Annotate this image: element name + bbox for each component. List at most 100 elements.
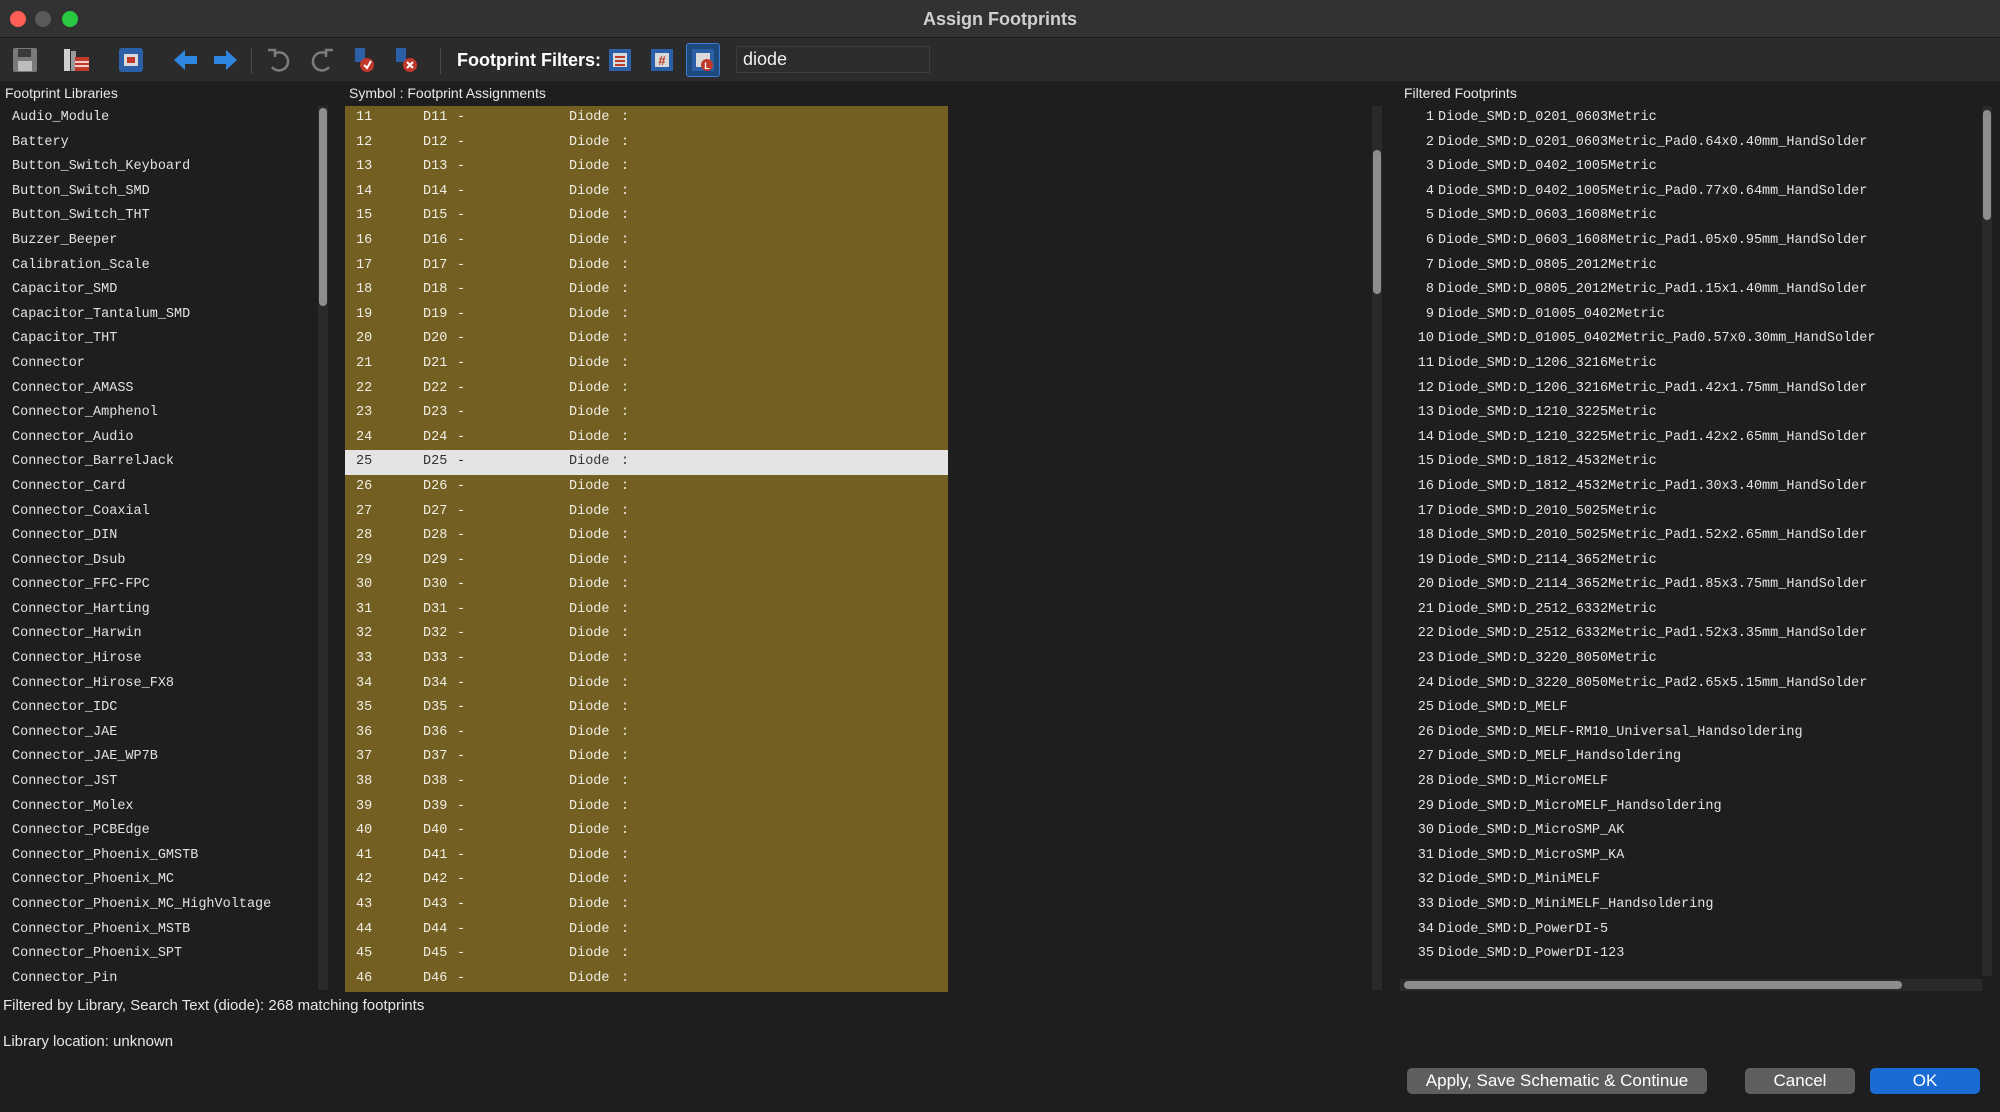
delete-all-button[interactable] <box>389 43 423 77</box>
auto-assign-button[interactable] <box>347 43 381 77</box>
footprints-scrollbar[interactable] <box>1982 106 1992 976</box>
assignment-row[interactable]: 44 D44- Diode: <box>345 918 948 943</box>
library-list-item[interactable]: Connector_Dsub <box>0 549 318 574</box>
assignment-row[interactable]: 36 D36- Diode: <box>345 721 948 746</box>
footprint-list-item[interactable]: 22 Diode_SMD:D_2512_6332Metric_Pad1.52x3.… <box>1400 622 1980 647</box>
ok-button[interactable]: OK <box>1870 1068 1980 1094</box>
library-list-item[interactable]: Audio_Module <box>0 106 318 131</box>
next-button[interactable] <box>209 43 243 77</box>
library-list-item[interactable]: Connector_Phoenix_MSTB <box>0 918 318 943</box>
footprint-list-item[interactable]: 33 Diode_SMD:D_MiniMELF_Handsoldering <box>1400 893 1980 918</box>
filter-pin-count-toggle[interactable]: # <box>645 43 679 77</box>
library-list-item[interactable]: Capacitor_Tantalum_SMD <box>0 303 318 328</box>
assignment-row[interactable]: 33 D33- Diode: <box>345 647 948 672</box>
assignment-row[interactable]: 23 D23- Diode: <box>345 401 948 426</box>
assignment-row-selected[interactable]: 25 D25- Diode: <box>345 450 948 475</box>
footprint-list-item[interactable]: 12 Diode_SMD:D_1206_3216Metric_Pad1.42x1.… <box>1400 377 1980 402</box>
assignment-row[interactable]: 38 D38- Diode: <box>345 770 948 795</box>
footprint-list-item[interactable]: 19 Diode_SMD:D_2114_3652Metric <box>1400 549 1980 574</box>
footprints-horizontal-scrollbar[interactable] <box>1400 979 1982 991</box>
assignment-row[interactable]: 20 D20- Diode: <box>345 327 948 352</box>
symbol-footprint-assignments-list[interactable]: 11 D11- Diode:12 D12- Diode:13 D13- Diode:14 D1… <box>345 106 948 992</box>
assignments-scrollbar[interactable] <box>1372 106 1382 990</box>
footprint-list-item[interactable]: 15 Diode_SMD:D_1812_4532Metric <box>1400 450 1980 475</box>
library-list-item[interactable]: Connector_Phoenix_MC_HighVoltage <box>0 893 318 918</box>
assignment-row[interactable]: 13 D13- Diode: <box>345 155 948 180</box>
library-list-item[interactable]: Connector_Coaxial <box>0 500 318 525</box>
library-list-item[interactable]: Capacitor_THT <box>0 327 318 352</box>
footprint-list-item[interactable]: 8 Diode_SMD:D_0805_2012Metric_Pad1.15x1.4… <box>1400 278 1980 303</box>
assignment-row[interactable]: 40 D40- Diode: <box>345 819 948 844</box>
filter-library-toggle[interactable]: L <box>686 43 720 77</box>
footprint-list-item[interactable]: 9 Diode_SMD:D_01005_0402Metric <box>1400 303 1980 328</box>
assignment-row[interactable]: 37 D37- Diode: <box>345 745 948 770</box>
assignment-row[interactable]: 12 D12- Diode: <box>345 131 948 156</box>
apply-save-continue-button[interactable]: Apply, Save Schematic & Continue <box>1407 1068 1707 1094</box>
assignment-row[interactable]: 16 D16- Diode: <box>345 229 948 254</box>
assignment-row[interactable]: 18 D18- Diode: <box>345 278 948 303</box>
library-list-item[interactable]: Connector_FFC-FPC <box>0 573 318 598</box>
library-list-item[interactable]: Connector_Pin <box>0 967 318 990</box>
footprint-libraries-list[interactable]: Audio_Module Battery Button_Switch_Keyboar… <box>0 106 318 990</box>
footprint-list-item[interactable]: 5 Diode_SMD:D_0603_1608Metric <box>1400 204 1980 229</box>
previous-button[interactable] <box>168 43 202 77</box>
library-list-item[interactable]: Connector_Phoenix_GMSTB <box>0 844 318 869</box>
assignment-row[interactable]: 45 D45- Diode: <box>345 942 948 967</box>
library-list-item[interactable]: Connector_Harting <box>0 598 318 623</box>
cancel-button[interactable]: Cancel <box>1745 1068 1855 1094</box>
assignment-row[interactable]: 26 D26- Diode: <box>345 475 948 500</box>
footprint-list-item[interactable]: 16 Diode_SMD:D_1812_4532Metric_Pad1.30x3.… <box>1400 475 1980 500</box>
footprint-search-input[interactable] <box>736 46 930 73</box>
assignment-row[interactable]: 42 D42- Diode: <box>345 868 948 893</box>
library-list-item[interactable]: Connector_JAE <box>0 721 318 746</box>
redo-button[interactable] <box>305 43 339 77</box>
library-list-item[interactable]: Connector_Hirose_FX8 <box>0 672 318 697</box>
footprint-list-item[interactable]: 11 Diode_SMD:D_1206_3216Metric <box>1400 352 1980 377</box>
filtered-footprints-list[interactable]: 1 Diode_SMD:D_0201_0603Metric 2 Diode_SMD:D… <box>1400 106 1980 974</box>
library-list-item[interactable]: Connector_Hirose <box>0 647 318 672</box>
library-list-item[interactable]: Calibration_Scale <box>0 254 318 279</box>
assignment-row[interactable]: 31 D31- Diode: <box>345 598 948 623</box>
footprint-list-item[interactable]: 30 Diode_SMD:D_MicroSMP_AK <box>1400 819 1980 844</box>
library-list-item[interactable]: Connector_DIN <box>0 524 318 549</box>
library-list-item[interactable]: Connector_Harwin <box>0 622 318 647</box>
assignment-row[interactable]: 30 D30- Diode: <box>345 573 948 598</box>
footprint-list-item[interactable]: 17 Diode_SMD:D_2010_5025Metric <box>1400 500 1980 525</box>
library-list-item[interactable]: Connector_Card <box>0 475 318 500</box>
library-list-item[interactable]: Button_Switch_Keyboard <box>0 155 318 180</box>
library-list-item[interactable]: Button_Switch_THT <box>0 204 318 229</box>
footprint-list-item[interactable]: 20 Diode_SMD:D_2114_3652Metric_Pad1.85x3.… <box>1400 573 1980 598</box>
footprint-list-item[interactable]: 13 Diode_SMD:D_1210_3225Metric <box>1400 401 1980 426</box>
assignment-row[interactable]: 29 D29- Diode: <box>345 549 948 574</box>
footprint-list-item[interactable]: 7 Diode_SMD:D_0805_2012Metric <box>1400 254 1980 279</box>
library-list-item[interactable]: Connector_Audio <box>0 426 318 451</box>
library-list-item[interactable]: Connector_BarrelJack <box>0 450 318 475</box>
library-list-item[interactable]: Connector_Molex <box>0 795 318 820</box>
footprint-list-item[interactable]: 21 Diode_SMD:D_2512_6332Metric <box>1400 598 1980 623</box>
footprint-list-item[interactable]: 3 Diode_SMD:D_0402_1005Metric <box>1400 155 1980 180</box>
assignment-row[interactable]: 15 D15- Diode: <box>345 204 948 229</box>
footprint-list-item[interactable]: 18 Diode_SMD:D_2010_5025Metric_Pad1.52x2.… <box>1400 524 1980 549</box>
libraries-scrollbar[interactable] <box>318 106 328 990</box>
assignment-row[interactable]: 32 D32- Diode: <box>345 622 948 647</box>
footprint-viewer-button[interactable] <box>114 43 148 77</box>
footprint-list-item[interactable]: 29 Diode_SMD:D_MicroMELF_Handsoldering <box>1400 795 1980 820</box>
library-list-item[interactable]: Connector <box>0 352 318 377</box>
footprint-list-item[interactable]: 28 Diode_SMD:D_MicroMELF <box>1400 770 1980 795</box>
library-table-button[interactable] <box>59 43 93 77</box>
assignment-row[interactable]: 35 D35- Diode: <box>345 696 948 721</box>
undo-button[interactable] <box>262 43 296 77</box>
footprint-list-item[interactable]: 32 Diode_SMD:D_MiniMELF <box>1400 868 1980 893</box>
footprint-list-item[interactable]: 10 Diode_SMD:D_01005_0402Metric_Pad0.57x0… <box>1400 327 1980 352</box>
library-list-item[interactable]: Connector_Amphenol <box>0 401 318 426</box>
assignment-row[interactable]: 24 D24- Diode: <box>345 426 948 451</box>
footprint-list-item[interactable]: 31 Diode_SMD:D_MicroSMP_KA <box>1400 844 1980 869</box>
footprint-list-item[interactable]: 23 Diode_SMD:D_3220_8050Metric <box>1400 647 1980 672</box>
assignment-row[interactable]: 39 D39- Diode: <box>345 795 948 820</box>
filter-keywords-toggle[interactable] <box>603 43 637 77</box>
assignment-row[interactable]: 43 D43- Diode: <box>345 893 948 918</box>
assignment-row[interactable]: 41 D41- Diode: <box>345 844 948 869</box>
save-button[interactable] <box>8 43 42 77</box>
assignment-row[interactable]: 34 D34- Diode: <box>345 672 948 697</box>
assignments-scroll-thumb[interactable] <box>1373 150 1381 294</box>
